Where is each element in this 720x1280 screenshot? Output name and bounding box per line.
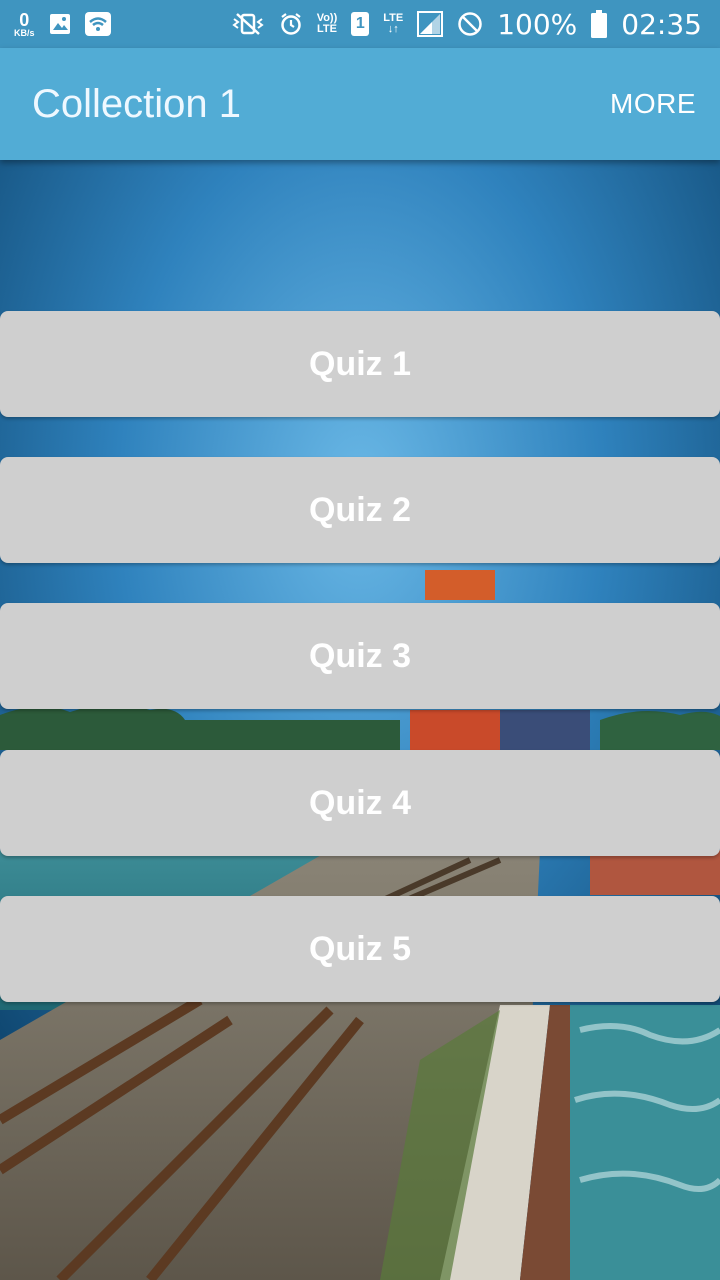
status-left: 0 KB/s [14, 11, 111, 38]
quiz-4-button[interactable]: Quiz 4 [0, 750, 720, 856]
vibrate-icon [231, 12, 265, 36]
volte-indicator: Vo)) LTE [317, 13, 338, 35]
sim-slot-badge: 1 [351, 12, 370, 36]
quiz-1-button[interactable]: Quiz 1 [0, 311, 720, 417]
battery-percent: 100% [497, 7, 578, 41]
network-speed: 0 KB/s [14, 11, 35, 38]
wifi-icon [84, 12, 111, 36]
quiz-3-button[interactable]: Quiz 3 [0, 603, 720, 709]
dnd-icon [457, 11, 483, 37]
more-button[interactable]: MORE [610, 88, 696, 120]
app-bar: Collection 1 MORE [0, 48, 720, 160]
lte-indicator: LTE ↓↑ [383, 13, 403, 35]
image-icon [49, 13, 71, 35]
status-right: Vo)) LTE 1 LTE ↓↑ 100% 02:35 [231, 8, 702, 41]
volte-label-bottom: LTE [316, 23, 337, 35]
data-arrows-icon: ↓↑ [387, 23, 399, 35]
quiz-2-button[interactable]: Quiz 2 [0, 457, 720, 563]
network-speed-value: 0 [19, 9, 30, 30]
clock: 02:35 [621, 7, 702, 41]
signal-icon [417, 11, 444, 37]
network-speed-unit: KB/s [14, 27, 35, 38]
quiz-list: Quiz 1 Quiz 2 Quiz 3 Quiz 4 Quiz 5 [0, 160, 720, 1280]
status-bar: 0 KB/s Vo)) LTE 1 LTE ↓↑ 100% 02:35 [0, 0, 720, 48]
quiz-5-button[interactable]: Quiz 5 [0, 896, 720, 1002]
page-title: Collection 1 [32, 81, 242, 126]
alarm-icon [279, 12, 303, 36]
battery-icon [591, 10, 608, 38]
